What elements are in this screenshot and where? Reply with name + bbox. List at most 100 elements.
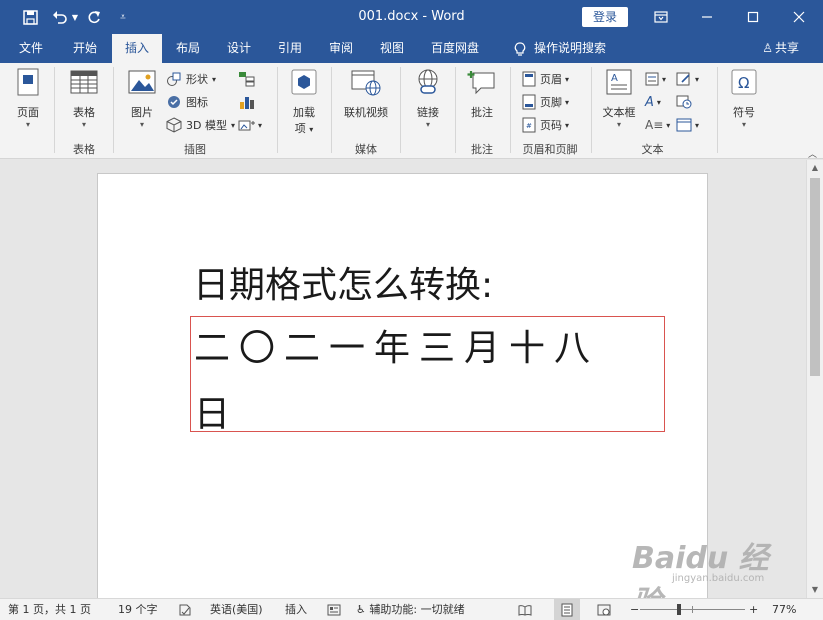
separator [455, 67, 456, 153]
date-time-button[interactable] [676, 92, 692, 112]
addins-button[interactable]: 加载 项 ▾ [284, 67, 324, 136]
tab-review[interactable]: 审阅 [318, 34, 364, 63]
maximize-button[interactable] [730, 0, 776, 34]
chevron-down-icon: ▾ [565, 97, 570, 107]
tab-home[interactable]: 开始 [62, 34, 108, 63]
screenshot-button[interactable]: ▾ [238, 115, 262, 135]
minimize-button[interactable] [684, 0, 730, 34]
icons-label: 图标 [186, 96, 208, 109]
link-icon [418, 69, 438, 94]
accessibility-icon: ♿ [356, 603, 366, 616]
separator [591, 67, 592, 153]
tell-me-label: 操作说明搜索 [533, 41, 606, 55]
shapes-button[interactable]: 形状 ▾ [166, 69, 216, 89]
zoom-level[interactable]: 77% [772, 599, 796, 620]
drop-cap-button[interactable]: A≡ ▾ [645, 115, 670, 135]
share-button[interactable]: ♙ 共享 [762, 34, 799, 63]
quick-parts-button[interactable]: ▾ [645, 69, 666, 89]
insert-mode-status[interactable]: 插入 [285, 599, 307, 620]
pages-button[interactable]: 页面 ▾ [8, 67, 48, 129]
zoom-slider-thumb[interactable] [677, 604, 682, 615]
separator [717, 67, 718, 153]
pages-label: 页面 [17, 106, 39, 119]
chevron-down-icon: ▾ [666, 120, 671, 130]
vertical-scrollbar[interactable]: ▲ ▼ [806, 160, 823, 598]
textbox-button[interactable]: A 文本框 ▾ [598, 67, 640, 129]
document-page[interactable]: 日期格式怎么转换: 二〇二一年三月十八 日 [97, 173, 708, 598]
word-count-status[interactable]: 19 个字 [118, 599, 158, 620]
scroll-down-icon[interactable]: ▼ [807, 582, 823, 598]
links-label: 链接 [417, 106, 439, 119]
group-label-media: 媒体 [355, 143, 377, 156]
page-icon [17, 68, 39, 96]
read-mode-icon[interactable] [518, 599, 532, 620]
scroll-up-icon[interactable]: ▲ [807, 160, 823, 176]
signature-line-button[interactable]: ▾ [676, 69, 699, 89]
zoom-out-button[interactable]: − [630, 599, 639, 620]
separator [400, 67, 401, 153]
document-date-text-line2[interactable]: 日 [194, 385, 230, 437]
language-status[interactable]: 英语(美国) [210, 599, 263, 620]
object-button[interactable]: ▾ [676, 115, 699, 135]
wordart-button[interactable]: A ▾ [645, 92, 661, 112]
chevron-down-icon: ▾ [309, 125, 314, 134]
zoom-in-button[interactable]: + [749, 599, 758, 620]
table-button[interactable]: 表格 ▾ [62, 67, 106, 129]
document-date-text-line1[interactable]: 二〇二一年三月十八 [194, 319, 599, 371]
document-heading-text[interactable]: 日期格式怎么转换: [193, 256, 493, 308]
store-icon [291, 69, 317, 95]
tab-references[interactable]: 引用 [267, 34, 313, 63]
comment-button[interactable]: 批注 [462, 67, 502, 120]
tab-file[interactable]: 文件 [8, 34, 54, 63]
icons-button[interactable]: 图标 [166, 92, 208, 112]
watermark-url: jingyan.baidu.com [672, 573, 765, 584]
shapes-label: 形状 [186, 73, 208, 86]
picture-button[interactable]: 图片 ▾ [122, 67, 162, 129]
addins-label-line1: 加载 [293, 106, 315, 119]
3d-models-label: 3D 模型 [186, 119, 227, 132]
tab-baidu-netdisk[interactable]: 百度网盘 [422, 34, 488, 63]
symbol-button[interactable]: Ω 符号 ▾ [724, 67, 764, 129]
accessibility-status[interactable]: ♿ 辅助功能: 一切就绪 [356, 599, 465, 620]
macro-icon[interactable] [327, 599, 341, 620]
close-button[interactable] [776, 0, 822, 34]
header-button[interactable]: 页眉 ▾ [522, 69, 569, 89]
proofing-icon[interactable] [178, 599, 192, 620]
svg-text:Ω: Ω [738, 74, 749, 92]
watermark: Baidu 经验 jingyan.baidu.com [632, 533, 782, 620]
footer-label: 页脚 [540, 96, 562, 109]
smartart-button[interactable] [238, 69, 256, 89]
table-icon [70, 70, 98, 94]
page-count-status[interactable]: 第 1 页，共 1 页 [8, 599, 91, 620]
textbox-label: 文本框 [602, 106, 636, 119]
table-label: 表格 [73, 106, 95, 119]
login-button[interactable]: 登录 [582, 7, 628, 27]
tab-design[interactable]: 设计 [216, 34, 262, 63]
collapse-ribbon-icon[interactable]: ︿ [808, 147, 817, 160]
svg-text:#: # [526, 122, 532, 130]
chevron-down-icon: ▾ [230, 120, 235, 130]
omega-icon: Ω [731, 69, 757, 95]
textbox-icon: A [606, 69, 632, 95]
chart-button[interactable] [238, 92, 256, 112]
tab-view[interactable]: 视图 [369, 34, 415, 63]
object-icon [676, 118, 692, 132]
addins-label-line2: 项 ▾ [284, 120, 324, 136]
print-layout-icon[interactable] [554, 599, 580, 620]
online-video-button[interactable]: 联机视频 [338, 67, 394, 120]
web-layout-icon[interactable] [597, 599, 611, 620]
tell-me-search[interactable]: 操作说明搜索 [505, 34, 615, 63]
tab-layout[interactable]: 布局 [165, 34, 211, 63]
3d-models-button[interactable]: 3D 模型 ▾ [166, 115, 235, 135]
tab-insert[interactable]: 插入 [112, 34, 162, 63]
group-label-header-footer: 页眉和页脚 [522, 143, 578, 156]
header-label: 页眉 [540, 73, 562, 86]
selected-text-box[interactable]: 二〇二一年三月十八 日 [190, 316, 665, 435]
links-button[interactable]: 链接 ▾ [408, 67, 448, 129]
footer-button[interactable]: 页脚 ▾ [522, 92, 569, 112]
scroll-thumb[interactable] [810, 178, 820, 376]
page-number-icon: # [522, 117, 536, 133]
page-number-button[interactable]: # 页码 ▾ [522, 115, 569, 135]
ribbon-display-options-icon[interactable] [638, 0, 684, 34]
person-icon: ♙ [762, 41, 773, 55]
